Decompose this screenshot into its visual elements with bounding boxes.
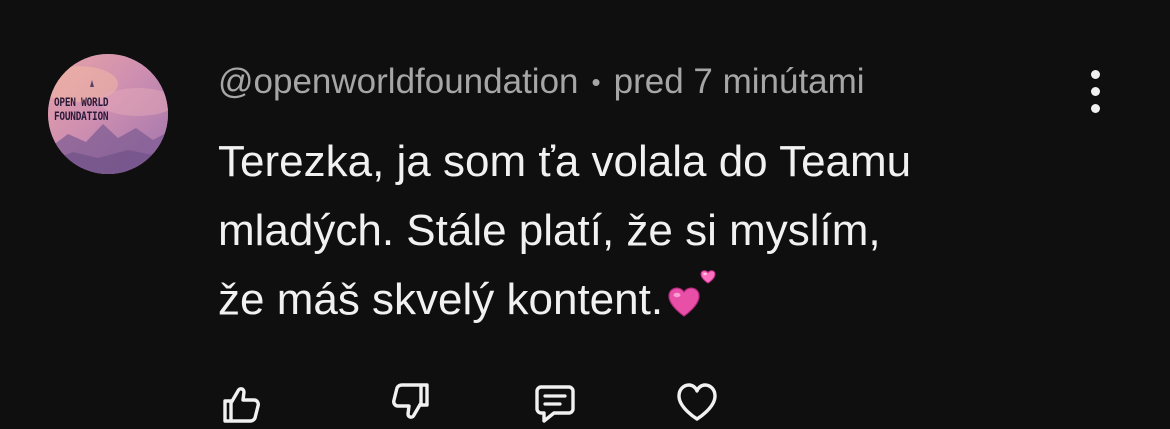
comment-meta: @openworldfoundation • pred 7 minútami (218, 56, 865, 108)
more-options-button[interactable] (1076, 66, 1114, 116)
avatar-text-line2: FOUNDATION (54, 109, 109, 123)
author-handle[interactable]: @openworldfoundation (218, 62, 579, 102)
reply-button[interactable] (532, 380, 578, 426)
heart-button[interactable] (674, 380, 720, 426)
avatar-logo-text: OPEN WORLD FOUNDATION (54, 95, 128, 123)
two-hearts-icon (665, 270, 723, 320)
meta-separator: • (591, 66, 601, 97)
reply-comment-icon (535, 385, 575, 423)
avatar[interactable]: OPEN WORLD FOUNDATION (48, 54, 168, 174)
like-button[interactable] (218, 380, 264, 426)
more-vertical-icon (1090, 69, 1100, 79)
comment-timestamp[interactable]: pred 7 minútami (614, 62, 865, 102)
thumbs-up-icon (223, 387, 260, 423)
comment-text: Terezka, ja som ťa volala do Teamu mladý… (218, 137, 912, 324)
more-vertical-icon-dot (1090, 86, 1100, 96)
comment-body: Terezka, ja som ťa volala do Teamu mladý… (218, 127, 1078, 334)
comment-thread: OPEN WORLD FOUNDATION @openworldfoundati… (0, 0, 1170, 429)
avatar-text-line1: OPEN WORLD (54, 95, 109, 109)
comment-actions (218, 380, 720, 429)
heart-icon (677, 383, 717, 421)
more-vertical-icon-dot (1090, 103, 1100, 113)
thumbs-down-icon (392, 383, 429, 419)
dislike-button[interactable] (388, 380, 434, 426)
